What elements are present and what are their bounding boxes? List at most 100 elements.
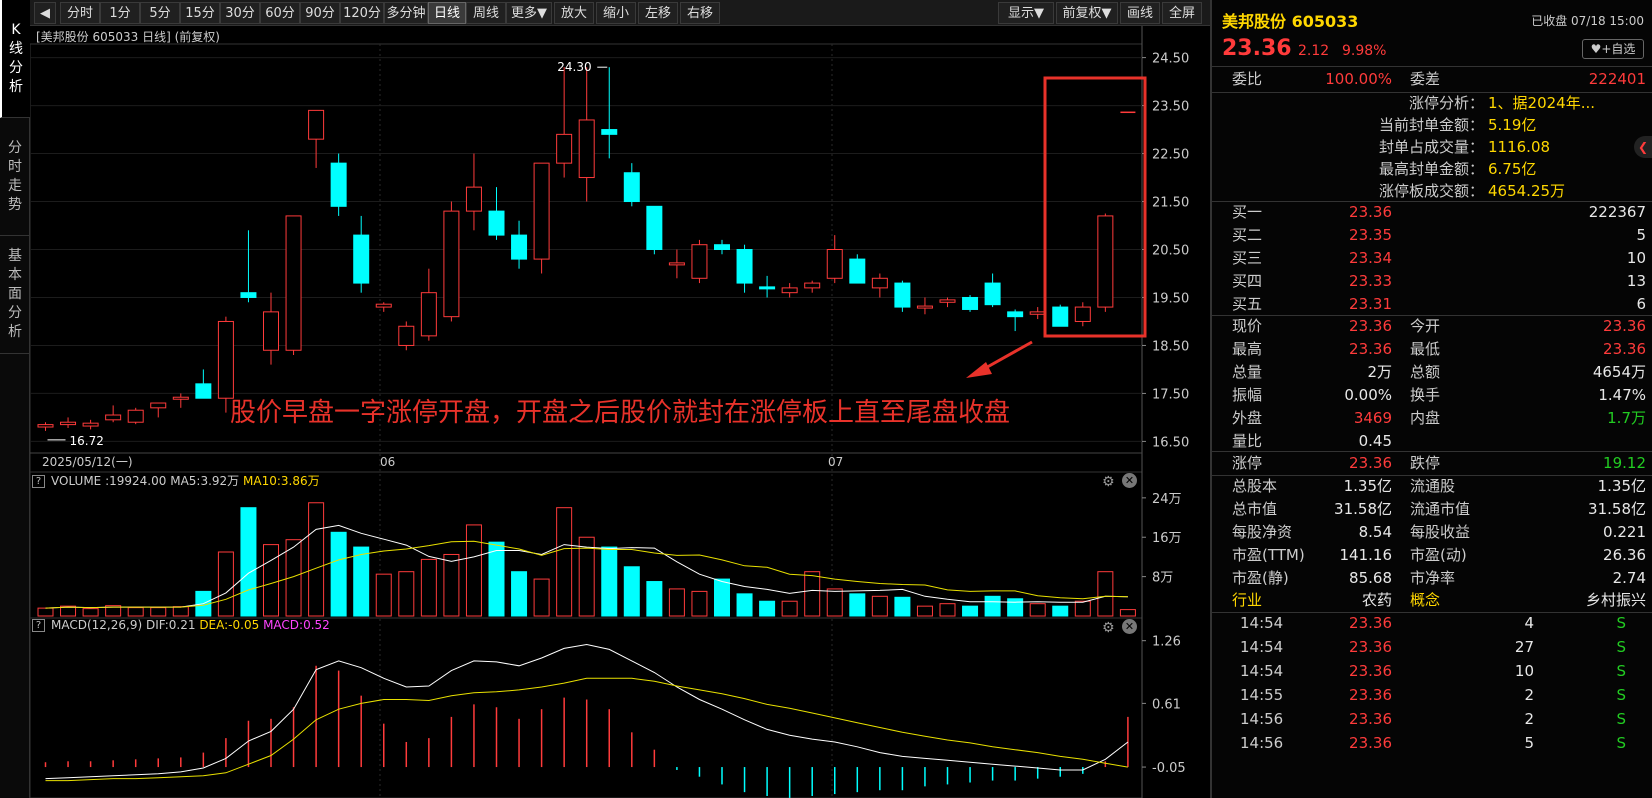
limit-analysis-value: 5.19亿 — [1488, 116, 1537, 134]
toolbar-right-action-2[interactable]: 画线 — [1120, 2, 1160, 24]
limit-analysis-row: 当前封单金额： 5.19亿 — [1212, 114, 1652, 137]
candle — [285, 215, 302, 356]
period-button-4[interactable]: 30分 — [220, 2, 260, 24]
period-button-10[interactable]: 周线 — [466, 2, 506, 24]
period-button-5[interactable]: 60分 — [260, 2, 300, 24]
chevron-left-icon[interactable]: ❮ — [1634, 136, 1652, 158]
stat-value: 2万 — [1367, 363, 1392, 381]
candle — [105, 405, 122, 423]
chart-action-2[interactable]: 左移 — [638, 2, 678, 24]
stat-row: 现价 23.36 今开 23.36 — [1212, 315, 1652, 338]
period-button-1[interactable]: 1分 — [100, 2, 140, 24]
candle — [398, 321, 415, 351]
bid-price: 23.31 — [1349, 295, 1392, 313]
limit-up-value: 23.36 — [1349, 454, 1392, 472]
volume-bar — [263, 544, 279, 617]
fundamental-value: 1.35亿 — [1343, 477, 1392, 495]
candle — [894, 280, 911, 312]
toolbar-right-action-0[interactable]: 显示▼ — [998, 2, 1054, 24]
volume-bar — [759, 600, 776, 617]
stat-label: 今开 — [1410, 317, 1441, 335]
volume-bar — [533, 578, 550, 617]
candle — [646, 205, 663, 255]
period-button-2[interactable]: 5分 — [140, 2, 180, 24]
candle — [939, 297, 956, 308]
bid-row: 买三 23.34 10 — [1212, 247, 1652, 270]
toolbar-right-action-1[interactable]: 前复权▼ — [1056, 2, 1118, 24]
fundamental-label: 市盈(动) — [1410, 546, 1467, 564]
tick-time: 14:54 — [1240, 638, 1284, 656]
chart-action-0[interactable]: 放大 — [554, 2, 594, 24]
volume-bar — [781, 600, 798, 617]
gear-icon[interactable]: ⚙ — [1102, 620, 1115, 636]
candle — [353, 215, 370, 293]
tab-char: 面 — [8, 286, 22, 302]
gear-icon[interactable]: ⚙ — [1102, 474, 1115, 490]
toolbar-right-action-3[interactable]: 全屏 — [1162, 2, 1202, 24]
volume-y-tick: 8万 — [1152, 571, 1173, 586]
volume-bar — [330, 531, 347, 617]
period-button-3[interactable]: 15分 — [180, 2, 220, 24]
industry-row[interactable]: 行业 农药 概念 乡村振兴 — [1212, 589, 1652, 612]
weicha-value: 222401 — [1588, 70, 1646, 88]
fundamental-value: 0.221 — [1603, 523, 1646, 541]
period-button-9[interactable]: 日线 — [428, 2, 466, 24]
back-icon[interactable]: ◀ — [34, 2, 56, 24]
candle — [736, 244, 753, 293]
tick-price: 23.36 — [1349, 710, 1392, 728]
bid-level-label: 买三 — [1232, 249, 1263, 267]
macd-y-tick: -0.05 — [1152, 761, 1186, 776]
period-button-0[interactable]: 分时 — [60, 2, 100, 24]
industry-value[interactable]: 农药 — [1362, 589, 1392, 612]
tab-char: 析 — [9, 78, 23, 95]
tab-char: K — [11, 21, 21, 38]
candle — [1097, 213, 1114, 312]
stat-label: 现价 — [1232, 317, 1263, 335]
limit-analysis-label: 当前封单金额： — [1378, 116, 1484, 134]
bid-volume: 6 — [1636, 295, 1646, 313]
candle — [1029, 307, 1046, 320]
chart-action-1[interactable]: 缩小 — [596, 2, 636, 24]
fundamental-label: 流通股 — [1410, 477, 1456, 495]
fundamental-value: 31.58亿 — [1588, 500, 1646, 518]
candle — [714, 239, 730, 255]
volume-bar — [1074, 600, 1091, 617]
period-button-8[interactable]: 多分钟 — [384, 2, 428, 24]
volume-bar — [894, 596, 911, 617]
volume-bar — [465, 524, 482, 617]
volume-bar — [1007, 598, 1024, 617]
weicha-label: 委差 — [1410, 70, 1441, 88]
period-button-6[interactable]: 90分 — [300, 2, 340, 24]
tab-kline-analysis[interactable]: K线分析 — [0, 0, 30, 118]
limit-analysis-label: 涨停分析： — [1408, 94, 1484, 112]
close-icon[interactable]: ✕ — [1122, 473, 1137, 488]
tab-char: 势 — [8, 196, 22, 213]
limit-analysis-value: 1、据2024年... — [1488, 94, 1596, 112]
concept-value[interactable]: 乡村振兴 — [1586, 589, 1646, 612]
period-button-7[interactable]: 120分 — [340, 2, 384, 24]
stock-name: 美邦股份 — [1222, 12, 1287, 31]
stat-value: 23.36 — [1349, 317, 1392, 335]
chart-action-3[interactable]: 右移 — [680, 2, 720, 24]
weibi-value: 100.00% — [1325, 70, 1392, 88]
volume-bar — [398, 571, 415, 617]
add-watchlist-button[interactable]: ♥+自选 — [1582, 39, 1644, 59]
limit-analysis-value: 4654.25万 — [1488, 182, 1566, 200]
tick-volume: 4 — [1524, 614, 1534, 632]
tab-fundamental-analysis[interactable]: 基本面分析 — [0, 236, 30, 354]
annotation-text: 股价早盘一字涨停开盘，开盘之后股价就封在涨停板上直至尾盘收盘 — [230, 398, 1011, 428]
volume-bar — [939, 603, 956, 617]
stat-label: 振幅 — [1232, 386, 1263, 404]
help-icon[interactable]: ? — [32, 475, 45, 488]
price-y-tick: 21.50 — [1152, 196, 1189, 211]
price-y-tick: 20.50 — [1152, 244, 1189, 259]
tab-char: 分 — [8, 139, 22, 156]
candle — [443, 201, 460, 322]
tab-intraday-trend[interactable]: 分时走势 — [0, 118, 30, 236]
close-icon[interactable]: ✕ — [1122, 619, 1137, 634]
chart-area: 24.50 23.50 22.50 21.50 20.50 19.50 18.50 17.50… — [30, 26, 1210, 798]
price-y-tick: 22.50 — [1152, 148, 1189, 163]
period-button-11[interactable]: 更多▼ — [506, 2, 552, 24]
help-icon[interactable]: ? — [32, 619, 45, 632]
price-change-pct: 9.98% — [1342, 43, 1387, 59]
